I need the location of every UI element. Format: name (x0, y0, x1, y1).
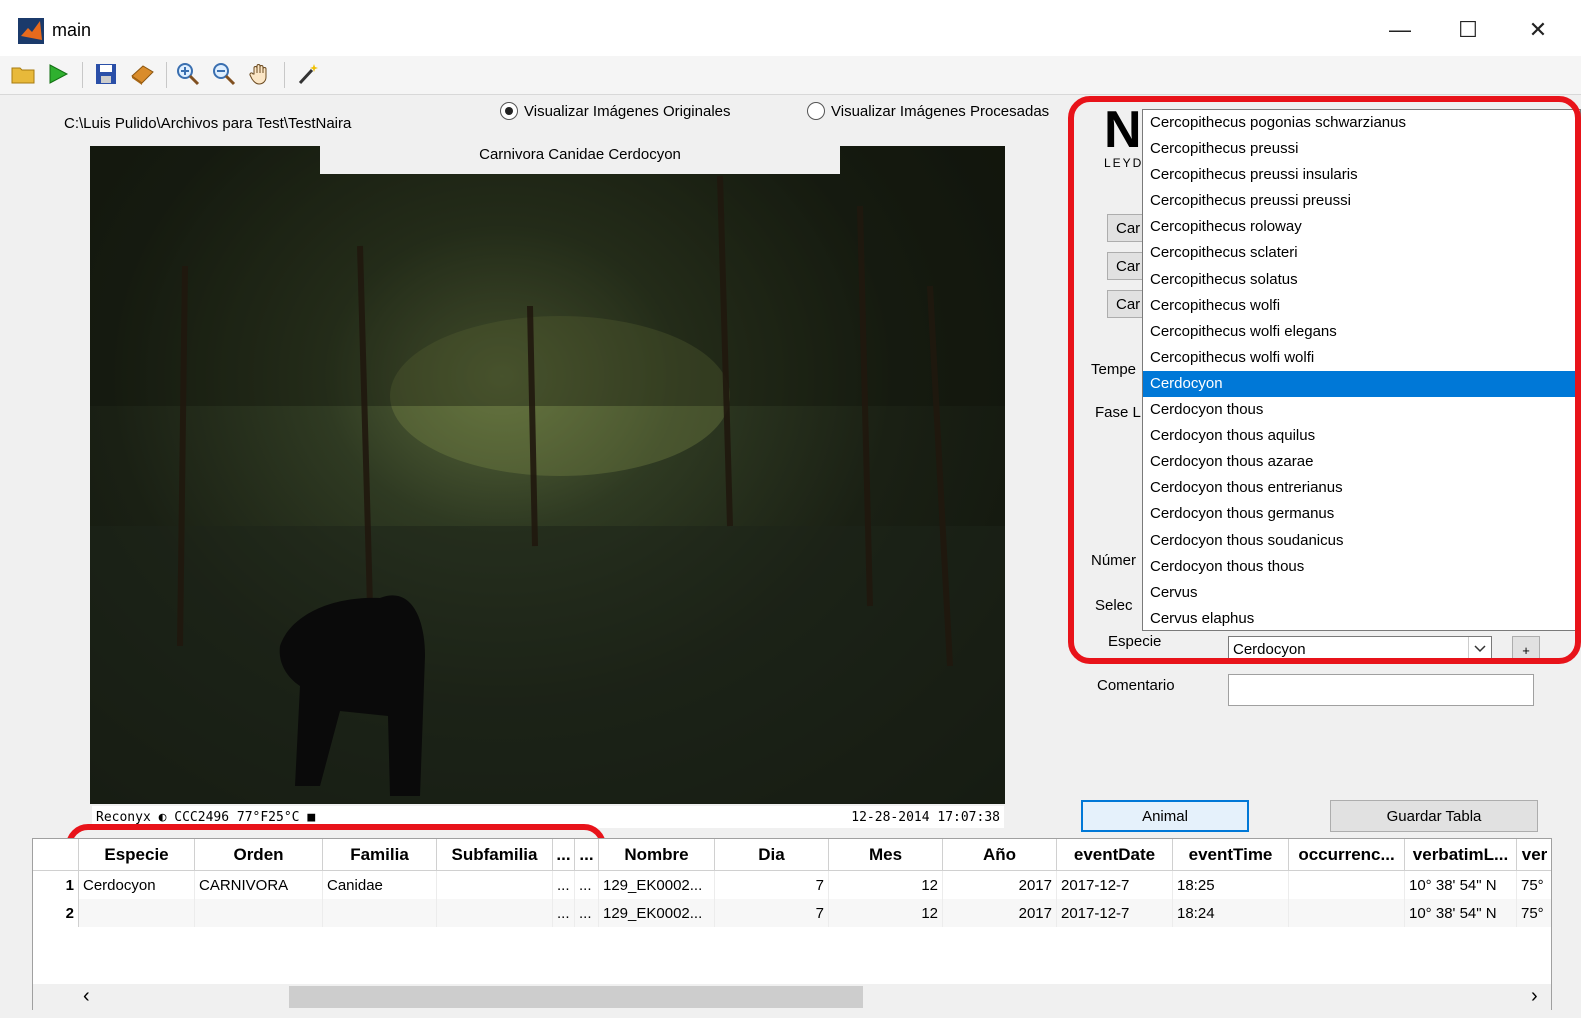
table-cell[interactable]: 2017-12-7 (1057, 871, 1173, 899)
column-header[interactable]: eventDate (1057, 839, 1173, 871)
book-icon[interactable] (128, 60, 156, 88)
table-cell[interactable]: 75° (1517, 899, 1551, 927)
toolbar-separator (284, 62, 285, 88)
stamp-right: 12-28-2014 17:07:38 (851, 809, 1000, 825)
window-title: main (52, 20, 92, 40)
table-cell[interactable]: ... (575, 899, 599, 927)
column-header[interactable]: Especie (79, 839, 195, 871)
column-header[interactable]: ... (553, 839, 575, 871)
horizontal-scrollbar[interactable]: ‹ › (33, 984, 1551, 1010)
column-header[interactable]: ver (1517, 839, 1551, 871)
row-number[interactable]: 2 (33, 899, 79, 927)
zoom-in-icon[interactable] (174, 60, 202, 88)
matlab-icon (18, 18, 44, 44)
radio-processed-images[interactable]: Visualizar Imágenes Procesadas (807, 102, 1049, 120)
radio-original-images[interactable]: Visualizar Imágenes Originales (500, 102, 731, 120)
table-cell[interactable]: ... (553, 899, 575, 927)
table-cell[interactable]: 2017 (943, 899, 1057, 927)
run-icon[interactable] (44, 60, 72, 88)
stamp-left: Reconyx ◐ CCC2496 77°F25°C ■ (96, 809, 316, 825)
table-cell[interactable]: Cerdocyon (79, 871, 195, 899)
column-header[interactable]: eventTime (1173, 839, 1289, 871)
radio-dot[interactable] (807, 102, 825, 120)
table-cell[interactable]: Canidae (323, 871, 437, 899)
toolbar-separator (166, 62, 167, 88)
row-number[interactable]: 1 (33, 871, 79, 899)
maximize-button[interactable]: ☐ (1445, 10, 1491, 50)
column-header[interactable]: ... (575, 839, 599, 871)
column-header[interactable]: Nombre (599, 839, 715, 871)
image-caption: Carnivora Canidae Cerdocyon (320, 140, 840, 174)
title-bar (0, 0, 1581, 56)
toolbar-separator (82, 62, 83, 88)
column-header[interactable]: verbatimL... (1405, 839, 1517, 871)
guardar-tabla-button[interactable]: Guardar Tabla (1330, 800, 1538, 832)
camera-trap-image (90, 146, 1005, 804)
table-cell[interactable]: 18:24 (1173, 899, 1289, 927)
table-cell[interactable] (1289, 871, 1405, 899)
scrollbar-thumb[interactable] (289, 986, 863, 1008)
zoom-out-icon[interactable] (210, 60, 238, 88)
table-cell[interactable]: ... (553, 871, 575, 899)
radio-processed-label: Visualizar Imágenes Procesadas (831, 102, 1050, 120)
column-header[interactable]: Orden (195, 839, 323, 871)
table-cell[interactable] (195, 899, 323, 927)
column-header[interactable]: Familia (323, 839, 437, 871)
animal-button[interactable]: Animal (1081, 800, 1249, 832)
radio-original-label: Visualizar Imágenes Originales (524, 102, 731, 120)
table-cell[interactable] (437, 899, 553, 927)
table-cell[interactable]: 7 (715, 899, 829, 927)
table-cell[interactable]: 2017-12-7 (1057, 899, 1173, 927)
column-header[interactable]: occurrenc... (1289, 839, 1405, 871)
scroll-right-icon[interactable]: › (1531, 984, 1538, 1008)
close-button[interactable]: ✕ (1515, 10, 1561, 50)
table-cell[interactable] (1289, 899, 1405, 927)
table-cell[interactable]: 75° (1517, 871, 1551, 899)
wand-icon[interactable] (294, 60, 322, 88)
table-cell[interactable]: 129_EK0002... (599, 871, 715, 899)
table-cell[interactable]: 12 (829, 871, 943, 899)
table-cell[interactable]: 2017 (943, 871, 1057, 899)
pan-hand-icon[interactable] (246, 60, 274, 88)
radio-dot-selected[interactable] (500, 102, 518, 120)
table-cell[interactable]: 7 (715, 871, 829, 899)
table-cell[interactable] (79, 899, 195, 927)
label-comentario: Comentario (1097, 677, 1175, 694)
open-folder-icon[interactable] (10, 60, 38, 88)
table-cell[interactable]: CARNIVORA (195, 871, 323, 899)
table-cell[interactable]: 18:25 (1173, 871, 1289, 899)
save-icon[interactable] (92, 60, 120, 88)
table-cell[interactable]: ... (575, 871, 599, 899)
table-cell[interactable]: 10° 38' 54" N (1405, 871, 1517, 899)
table-cell[interactable]: 129_EK0002... (599, 899, 715, 927)
comentario-input[interactable] (1228, 674, 1534, 706)
table-cell[interactable]: 12 (829, 899, 943, 927)
column-header[interactable]: Dia (715, 839, 829, 871)
table-cell[interactable] (323, 899, 437, 927)
table-corner (33, 839, 79, 871)
column-header[interactable]: Mes (829, 839, 943, 871)
minimize-button[interactable]: — (1377, 10, 1423, 50)
file-path: C:\Luis Pulido\Archivos para Test\TestNa… (64, 115, 352, 132)
column-header[interactable]: Año (943, 839, 1057, 871)
scroll-left-icon[interactable]: ‹ (83, 984, 90, 1008)
table-cell[interactable]: 10° 38' 54" N (1405, 899, 1517, 927)
column-header[interactable]: Subfamilia (437, 839, 553, 871)
highlight-dropdown (1068, 96, 1581, 664)
table-cell[interactable] (437, 871, 553, 899)
